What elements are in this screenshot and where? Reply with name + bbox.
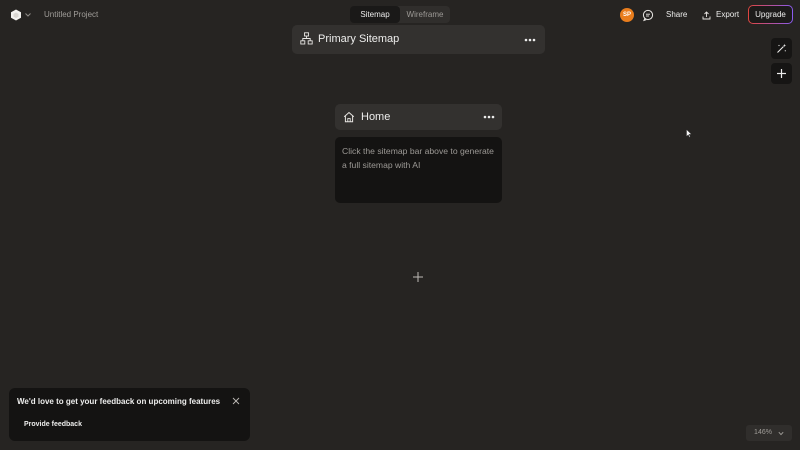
sitemap-icon	[300, 32, 313, 45]
share-button[interactable]: Share	[663, 7, 690, 23]
plus-icon	[777, 69, 786, 78]
export-label: Export	[716, 10, 740, 19]
add-button[interactable]	[771, 63, 792, 84]
close-icon[interactable]	[232, 397, 240, 405]
avatar[interactable]: SP	[620, 8, 634, 22]
project-name[interactable]: Untitled Project	[44, 9, 98, 21]
chevron-down-icon[interactable]	[24, 10, 32, 20]
page-card-hint[interactable]: Click the sitemap bar above to generate …	[335, 137, 502, 203]
sitemap-title: Primary Sitemap	[318, 33, 400, 45]
more-icon[interactable]	[483, 115, 495, 119]
plus-icon[interactable]	[412, 271, 424, 283]
tab-wireframe[interactable]: Wireframe	[400, 6, 450, 23]
ai-generate-button[interactable]	[771, 38, 792, 59]
page-card-home[interactable]: Home	[335, 104, 502, 130]
comment-icon[interactable]	[641, 8, 655, 22]
chevron-down-icon	[778, 431, 784, 435]
cursor-icon	[686, 129, 692, 138]
home-icon	[343, 111, 355, 123]
zoom-level: 146%	[754, 429, 772, 436]
view-tabs: Sitemap Wireframe	[350, 6, 450, 23]
provide-feedback-button[interactable]: Provide feedback	[19, 418, 87, 432]
page-title: Home	[361, 111, 391, 123]
sitemap-bar[interactable]: Primary Sitemap	[292, 25, 545, 54]
right-toolbar	[771, 38, 792, 88]
feedback-toast: We'd love to get your feedback on upcomi…	[9, 388, 250, 441]
upgrade-label: Upgrade	[749, 6, 792, 23]
export-icon	[702, 10, 711, 19]
magic-wand-icon	[777, 43, 787, 53]
feedback-message: We'd love to get your feedback on upcomi…	[17, 397, 221, 406]
more-icon[interactable]	[524, 38, 536, 42]
upgrade-button[interactable]: Upgrade	[748, 5, 793, 24]
zoom-control[interactable]: 146%	[746, 425, 792, 441]
app-logo-icon[interactable]	[10, 9, 22, 21]
export-button[interactable]: Export	[702, 7, 739, 23]
tab-sitemap[interactable]: Sitemap	[350, 6, 400, 23]
